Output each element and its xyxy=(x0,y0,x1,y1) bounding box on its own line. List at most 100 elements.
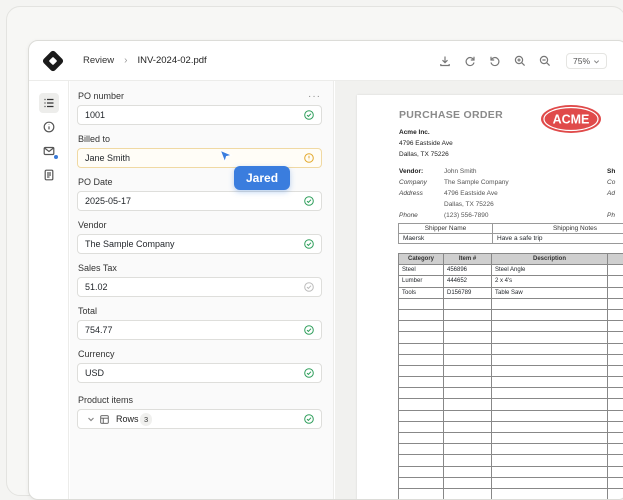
field-label: Vendor xyxy=(78,220,107,230)
rows-count-badge: 3 xyxy=(140,413,152,426)
field-label: Sales Tax xyxy=(78,263,117,273)
items-cell: 2 x 4's xyxy=(492,276,608,287)
items-cell xyxy=(608,444,623,455)
field-input[interactable]: 1001 xyxy=(77,105,322,125)
chevron-down-icon[interactable] xyxy=(86,414,96,424)
items-cell xyxy=(608,455,623,466)
vendor-label: Vendor: xyxy=(399,168,423,175)
items-cell: 444652 xyxy=(444,276,492,287)
items-cell xyxy=(444,433,492,444)
table-row xyxy=(399,365,623,376)
items-cell xyxy=(492,343,608,354)
items-cell xyxy=(444,444,492,455)
items-cell xyxy=(399,343,444,354)
table-row xyxy=(399,321,623,332)
breadcrumb-file-name: INV-2024-02.pdf xyxy=(138,55,207,66)
field-value: The Sample Company xyxy=(85,239,175,249)
items-cell: Lumber xyxy=(399,276,444,287)
chevron-down-icon xyxy=(593,58,600,65)
table-icon xyxy=(100,415,109,424)
address-value-1: 4796 Eastside Ave xyxy=(444,190,498,197)
shipping-notes-value: Have a safe trip xyxy=(493,234,623,244)
items-cell xyxy=(608,309,623,320)
ship-to-label: Sh xyxy=(607,168,615,175)
items-cell xyxy=(492,455,608,466)
field-input[interactable]: Jane Smith xyxy=(77,148,322,168)
collaborator-cursor-icon xyxy=(219,149,233,163)
field-input[interactable]: USD xyxy=(77,363,322,383)
phone-label: Phone xyxy=(399,212,418,219)
table-row xyxy=(399,298,623,309)
rail-document-button[interactable] xyxy=(39,165,59,185)
app-logo-icon[interactable] xyxy=(42,49,65,72)
zoom-value: 75% xyxy=(573,56,590,66)
items-cell xyxy=(444,365,492,376)
items-cell xyxy=(492,309,608,320)
rail-fields-button[interactable] xyxy=(39,93,59,113)
field-input[interactable]: 754.77 xyxy=(77,320,322,340)
field-value: 51.02 xyxy=(85,282,108,292)
table-row xyxy=(399,466,623,477)
zoom-select[interactable]: 75% xyxy=(566,53,607,69)
items-cell xyxy=(492,365,608,376)
warning-circle-icon xyxy=(304,153,314,163)
table-row xyxy=(399,488,623,499)
items-cell xyxy=(492,466,608,477)
items-cell xyxy=(492,321,608,332)
company-label: Company xyxy=(399,179,427,186)
field-input[interactable]: 2025-05-17 xyxy=(77,191,322,211)
collaborator-name-tag: Jared xyxy=(234,166,290,190)
vendor-name: John Smith xyxy=(444,168,477,175)
list-icon xyxy=(43,97,55,109)
undo-icon[interactable] xyxy=(489,55,502,68)
notification-badge xyxy=(53,154,59,160)
items-cell xyxy=(399,455,444,466)
zoom-out-icon[interactable] xyxy=(539,55,552,68)
items-cell xyxy=(608,399,623,410)
table-row xyxy=(399,455,623,466)
check-circle-icon xyxy=(304,282,314,292)
more-options-button[interactable]: ··· xyxy=(308,91,321,102)
items-header-cell: Description xyxy=(492,254,608,265)
field-input[interactable]: 51.02 xyxy=(77,277,322,297)
items-cell: Table Saw xyxy=(492,287,608,298)
breadcrumb-review[interactable]: Review xyxy=(83,55,114,66)
items-cell xyxy=(608,276,623,287)
shipping-notes-header: Shipping Notes xyxy=(493,224,623,234)
company-address-1: 4796 Eastside Ave xyxy=(399,140,453,147)
items-cell xyxy=(399,332,444,343)
pdf-page: PURCHASE ORDER ACME Acme Inc. 4796 Easts… xyxy=(357,95,623,500)
items-cell xyxy=(492,388,608,399)
items-cell xyxy=(608,377,623,388)
ship-address-label: Ad xyxy=(607,190,615,197)
field-label: PO number xyxy=(78,91,124,101)
document-title: PURCHASE ORDER xyxy=(399,109,503,121)
extraction-form: ··· PO number1001Billed toJane SmithPO D… xyxy=(70,81,334,499)
product-items-rows[interactable]: Rows 3 xyxy=(77,409,322,429)
field-input[interactable]: The Sample Company xyxy=(77,234,322,254)
field-value: 1001 xyxy=(85,110,105,120)
items-cell xyxy=(444,488,492,499)
download-icon[interactable] xyxy=(439,55,452,68)
items-cell xyxy=(492,444,608,455)
table-row: Lumber4446522 x 4's xyxy=(399,276,623,287)
top-bar: Review › INV-2024-02.pdf 75% xyxy=(29,41,623,81)
items-cell xyxy=(492,332,608,343)
items-cell xyxy=(444,388,492,399)
rail-mail-button[interactable] xyxy=(39,141,59,161)
document-viewer[interactable]: PURCHASE ORDER ACME Acme Inc. 4796 Easts… xyxy=(335,81,623,499)
acme-logo-text: ACME xyxy=(553,113,590,127)
company-name: Acme Inc. xyxy=(399,129,430,136)
items-cell xyxy=(608,466,623,477)
items-cell: Steel Angle xyxy=(492,265,608,276)
shipper-name-header: Shipper Name xyxy=(399,224,493,234)
items-cell xyxy=(399,388,444,399)
redo-icon[interactable] xyxy=(464,55,477,68)
rail-info-button[interactable] xyxy=(39,117,59,137)
zoom-in-icon[interactable] xyxy=(514,55,527,68)
table-row: ToolsD156789Table Saw xyxy=(399,287,623,298)
company-address-2: Dallas, TX 75226 xyxy=(399,151,449,158)
items-cell: Steel xyxy=(399,265,444,276)
table-row xyxy=(399,399,623,410)
table-row: Steel456896Steel Angle xyxy=(399,265,623,276)
